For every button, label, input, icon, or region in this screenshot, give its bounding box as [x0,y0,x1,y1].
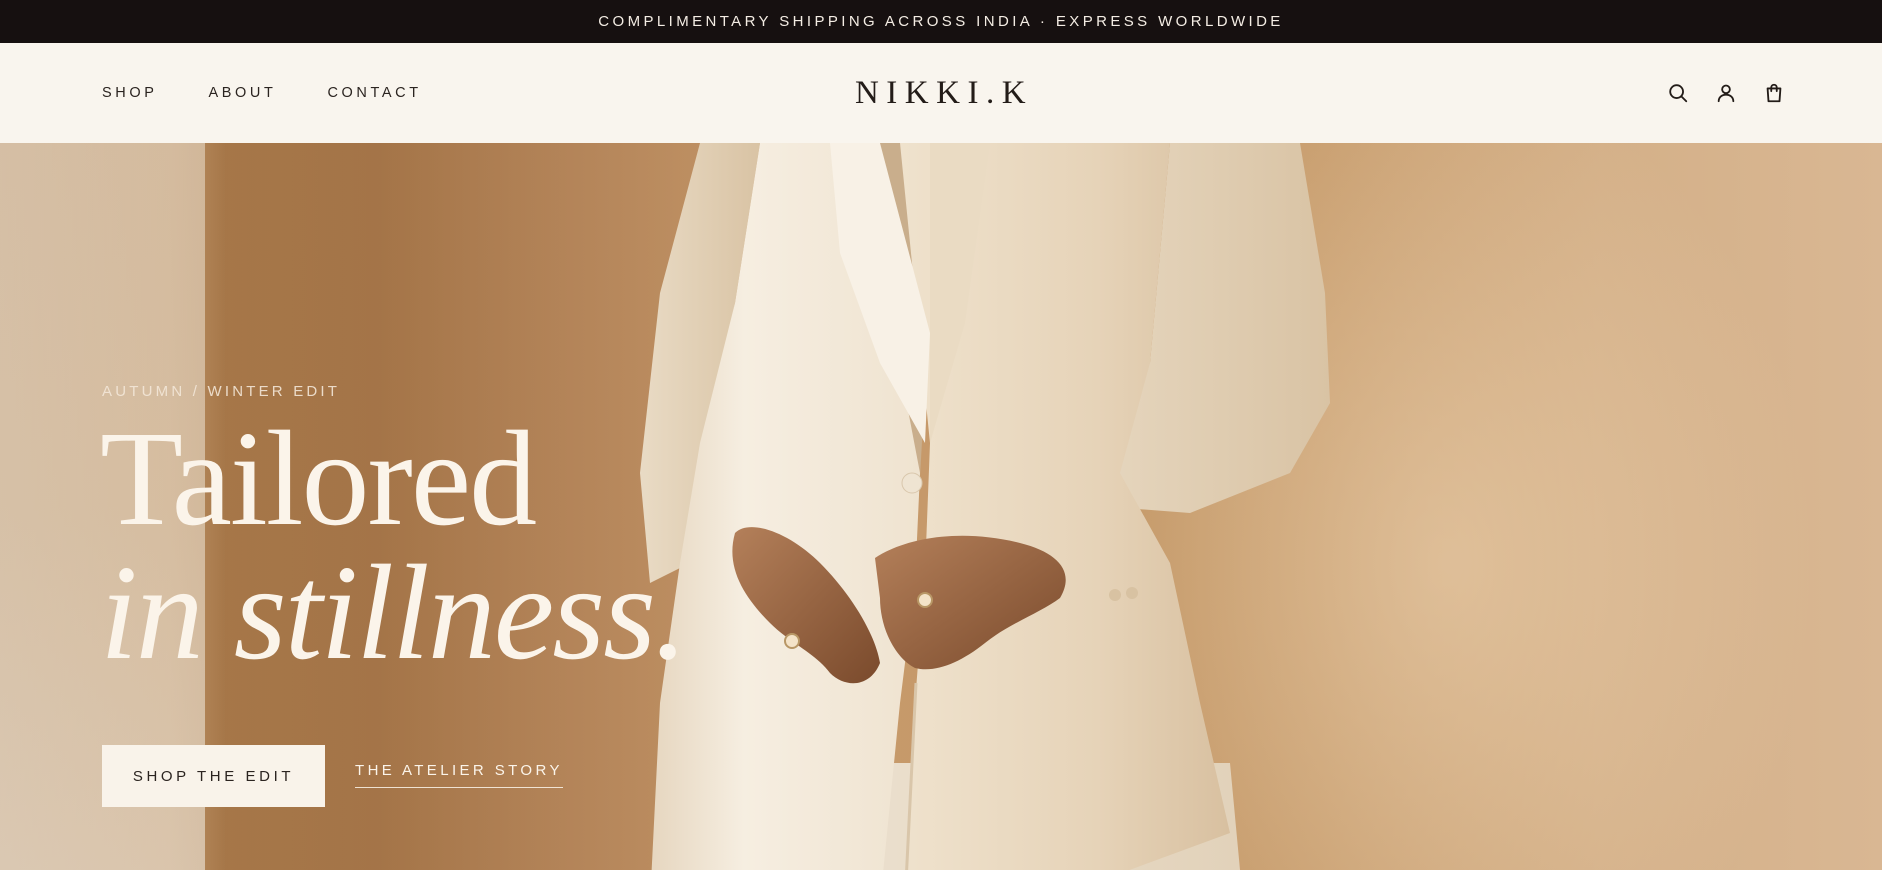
announcement-bar: COMPLIMENTARY SHIPPING ACROSS INDIA · EX… [0,0,1882,43]
site-logo[interactable]: NIKKI.K [855,75,1033,112]
hero-headline: Tailored in stillness. [100,404,688,688]
announcement-text: COMPLIMENTARY SHIPPING ACROSS INDIA · EX… [598,13,1284,30]
hero-section: AUTUMN / WINTER EDIT Tailored in stillne… [0,143,1882,870]
search-icon[interactable] [1666,81,1690,105]
nav-contact[interactable]: CONTACT [327,85,421,101]
account-icon[interactable] [1714,81,1738,105]
atelier-story-link[interactable]: THE ATELIER STORY [355,762,563,788]
main-nav: SHOP ABOUT CONTACT [102,43,473,143]
nav-about[interactable]: ABOUT [209,85,277,101]
hero-headline-line2: in stillness. [100,538,688,688]
header-icons [1666,43,1786,143]
site-header: SHOP ABOUT CONTACT NIKKI.K [0,43,1882,143]
hero-eyebrow: AUTUMN / WINTER EDIT [102,383,341,400]
nav-shop[interactable]: SHOP [102,85,158,101]
shopping-bag-icon[interactable] [1762,81,1786,105]
shop-the-edit-button[interactable]: SHOP THE EDIT [102,745,325,807]
hero-headline-line1: Tailored [100,404,537,554]
